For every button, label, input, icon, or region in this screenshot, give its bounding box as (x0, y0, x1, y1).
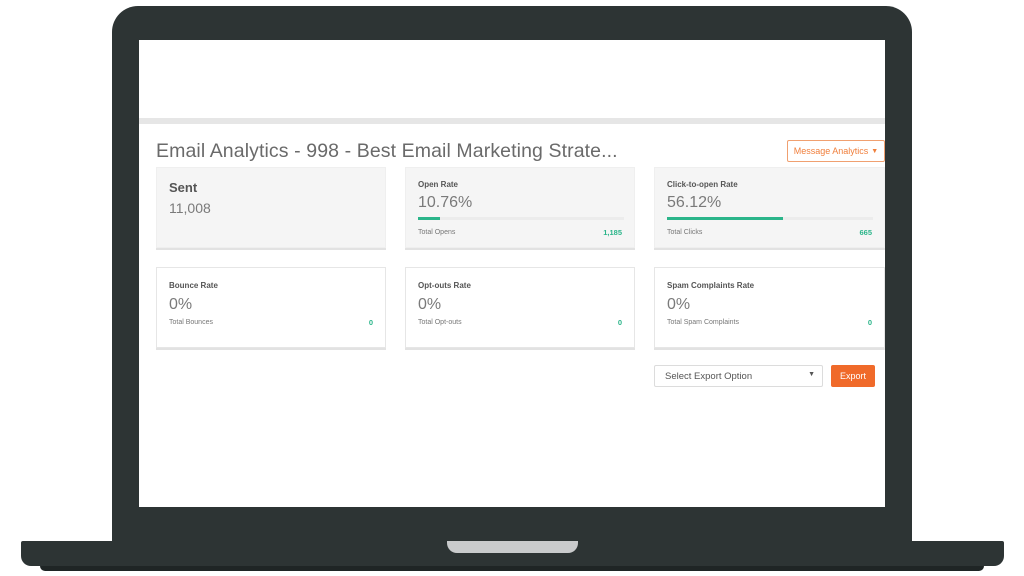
laptop-notch (447, 541, 578, 553)
total-spam-complaints-count: 0 (867, 318, 872, 327)
total-bounces-count: 0 (368, 318, 373, 327)
open-rate-progress-track (418, 217, 624, 220)
open-rate-label: Open Rate (418, 180, 459, 189)
total-spam-complaints-label: Total Spam Complaints (667, 319, 739, 326)
page-title: Email Analytics - 998 - Best Email Marke… (156, 140, 618, 162)
spam-complaints-card: Spam Complaints Rate 0% Total Spam Compl… (654, 267, 885, 348)
click-to-open-progress-track (667, 217, 873, 220)
caret-down-icon: ▼ (871, 147, 879, 155)
click-to-open-card: Click-to-open Rate 56.12% Total Clicks 6… (654, 167, 885, 248)
open-rate-value: 10.76% (418, 194, 473, 211)
message-analytics-dropdown[interactable]: Message Analytics ▼ (787, 140, 885, 162)
screen: Email Analytics - 998 - Best Email Marke… (139, 40, 885, 507)
click-to-open-label: Click-to-open Rate (667, 180, 738, 189)
total-bounces-label: Total Bounces (169, 319, 213, 326)
open-rate-card: Open Rate 10.76% Total Opens 1,185 (405, 167, 635, 248)
export-button[interactable]: Export (831, 365, 875, 387)
optouts-rate-card: Opt-outs Rate 0% Total Opt-outs 0 (405, 267, 635, 348)
sent-label: Sent (169, 180, 198, 195)
total-optouts-label: Total Opt-outs (418, 319, 462, 326)
optouts-rate-value: 0% (418, 296, 442, 313)
spam-complaints-value: 0% (667, 296, 691, 313)
total-clicks-label: Total Clicks (667, 229, 703, 236)
total-opens-count: 1,185 (603, 228, 622, 237)
export-option-select[interactable]: Select Export Option ▼ (654, 365, 823, 387)
click-to-open-value: 56.12% (667, 194, 722, 211)
export-option-value: Select Export Option (665, 370, 753, 382)
laptop-base-shadow (40, 566, 984, 571)
total-clicks-count: 665 (859, 228, 872, 237)
sent-card: Sent 11,008 (156, 167, 386, 248)
click-to-open-progress-fill (667, 217, 783, 220)
bounce-rate-label: Bounce Rate (169, 281, 218, 290)
bounce-rate-value: 0% (169, 296, 193, 313)
open-rate-progress-fill (418, 217, 441, 220)
header-divider (139, 118, 885, 124)
optouts-rate-label: Opt-outs Rate (418, 281, 471, 290)
select-arrow-icon: ▼ (808, 371, 815, 378)
sent-value: 11,008 (169, 200, 211, 216)
bounce-rate-card: Bounce Rate 0% Total Bounces 0 (156, 267, 386, 348)
total-opens-label: Total Opens (418, 229, 456, 236)
spam-complaints-label: Spam Complaints Rate (667, 281, 755, 290)
message-analytics-label: Message Analytics (793, 146, 869, 156)
total-optouts-count: 0 (617, 318, 622, 327)
